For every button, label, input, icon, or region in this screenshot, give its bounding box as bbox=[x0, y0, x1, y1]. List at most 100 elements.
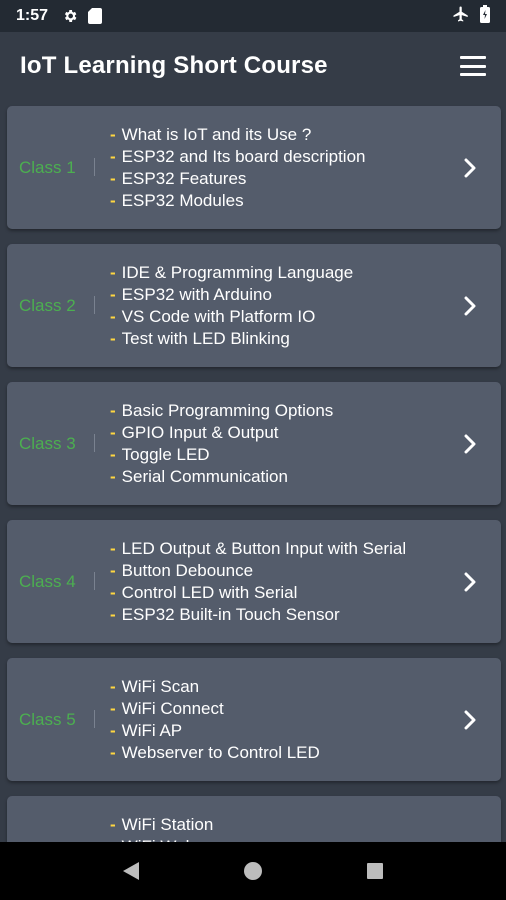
bullet-dash: - bbox=[110, 445, 116, 464]
back-icon[interactable] bbox=[116, 856, 146, 886]
battery-icon bbox=[480, 4, 490, 28]
class-card[interactable]: -WiFi Station-WiFi Web bbox=[7, 796, 501, 842]
bullet-dash: - bbox=[110, 285, 116, 304]
chevron-right-icon[interactable] bbox=[459, 709, 481, 731]
topic-item: - Webserver to Control LED bbox=[110, 742, 320, 764]
topic-text: WiFi Scan bbox=[121, 677, 200, 696]
chevron-right-icon[interactable] bbox=[459, 571, 481, 593]
gear-icon bbox=[62, 8, 78, 24]
topic-text: ESP32 Features bbox=[121, 169, 247, 188]
bullet-dash: - bbox=[110, 263, 116, 282]
topic-item: - VS Code with Platform IO bbox=[110, 306, 353, 328]
airplane-icon bbox=[452, 5, 470, 28]
topic-list: -WiFi Station-WiFi Web bbox=[110, 814, 213, 842]
topic-list: - What is IoT and its Use ? - ESP32 and Its… bbox=[110, 124, 366, 212]
topic-item: - What is IoT and its Use ? bbox=[110, 124, 366, 146]
bullet-dash: - bbox=[110, 539, 116, 558]
topic-item: - ESP32 with Arduino bbox=[110, 284, 353, 306]
class-list[interactable]: Class 1- What is IoT and its Use ? - ESP32 … bbox=[0, 100, 506, 842]
bullet-dash: - bbox=[110, 401, 116, 420]
topic-text: ESP32 with Arduino bbox=[121, 285, 272, 304]
topic-text: Webserver to Control LED bbox=[121, 743, 320, 762]
class-label: Class 1 bbox=[19, 157, 76, 177]
topic-text: VS Code with Platform IO bbox=[121, 307, 316, 326]
topic-text: Toggle LED bbox=[121, 445, 210, 464]
bullet-dash: - bbox=[110, 605, 116, 624]
hamburger-menu-icon[interactable] bbox=[460, 56, 486, 76]
topic-item: - Button Debounce bbox=[110, 560, 406, 582]
topic-text: Basic Programming Options bbox=[121, 401, 334, 420]
bullet-dash: - bbox=[110, 583, 116, 602]
topic-text: ESP32 Modules bbox=[121, 191, 244, 210]
class-card[interactable]: Class 4- LED Output & Button Input with S… bbox=[7, 520, 501, 643]
class-card[interactable]: Class 1- What is IoT and its Use ? - ESP32 … bbox=[7, 106, 501, 229]
topic-item: - WiFi Station bbox=[110, 814, 213, 836]
bullet-dash: - bbox=[110, 815, 116, 834]
bullet-dash: - bbox=[110, 191, 116, 210]
topic-item: - GPIO Input & Output bbox=[110, 422, 333, 444]
topic-text: Control LED with Serial bbox=[121, 583, 298, 602]
bullet-dash: - bbox=[110, 147, 116, 166]
app-title: IoT Learning Short Course bbox=[20, 52, 328, 79]
class-label: Class 4 bbox=[19, 571, 76, 591]
bullet-dash: - bbox=[110, 329, 116, 348]
topic-item: - LED Output & Button Input with Serial bbox=[110, 538, 406, 560]
bullet-dash: - bbox=[110, 561, 116, 580]
divider bbox=[94, 158, 95, 176]
bullet-dash: - bbox=[110, 125, 116, 144]
class-card[interactable]: Class 5- WiFi Scan - WiFi Connect - WiFi AP - W… bbox=[7, 658, 501, 781]
topic-text: ESP32 Built-in Touch Sensor bbox=[121, 605, 340, 624]
bullet-dash: - bbox=[110, 307, 116, 326]
class-label: Class 2 bbox=[19, 295, 76, 315]
topic-item: - WiFi AP bbox=[110, 720, 320, 742]
class-label: Class 5 bbox=[19, 709, 76, 729]
bullet-dash: - bbox=[110, 699, 116, 718]
divider bbox=[94, 296, 95, 314]
class-card[interactable]: Class 3- Basic Programming Options - GPIO I… bbox=[7, 382, 501, 505]
chevron-right-icon[interactable] bbox=[459, 295, 481, 317]
topic-text: ESP32 and Its board description bbox=[121, 147, 366, 166]
topic-text: WiFi Station bbox=[121, 815, 214, 834]
status-time: 1:57 bbox=[16, 7, 49, 24]
topic-text: Serial Communication bbox=[121, 467, 288, 486]
class-card[interactable]: Class 2- IDE & Programming Language - ESP32… bbox=[7, 244, 501, 367]
topic-item: - Test with LED Blinking bbox=[110, 328, 353, 350]
bullet-dash: - bbox=[110, 743, 116, 762]
divider bbox=[94, 710, 95, 728]
topic-text: What is IoT and its Use ? bbox=[121, 125, 312, 144]
topic-list: - IDE & Programming Language - ESP32 with A… bbox=[110, 262, 353, 350]
topic-item: - ESP32 Features bbox=[110, 168, 366, 190]
topic-item: - WiFi Connect bbox=[110, 698, 320, 720]
topic-text: WiFi Connect bbox=[121, 699, 224, 718]
topic-text: Test with LED Blinking bbox=[121, 329, 290, 348]
home-icon[interactable] bbox=[238, 856, 268, 886]
topic-item: - Toggle LED bbox=[110, 444, 333, 466]
topic-text: Button Debounce bbox=[121, 561, 254, 580]
navigation-bar bbox=[0, 842, 506, 900]
topic-list: - WiFi Scan - WiFi Connect - WiFi AP - Webserve… bbox=[110, 676, 320, 764]
divider bbox=[94, 434, 95, 452]
chevron-right-icon[interactable] bbox=[459, 433, 481, 455]
divider bbox=[94, 572, 95, 590]
bullet-dash: - bbox=[110, 677, 116, 696]
topic-list: - Basic Programming Options - GPIO Input & … bbox=[110, 400, 333, 488]
topic-item: - ESP32 and Its board description bbox=[110, 146, 366, 168]
topic-text: LED Output & Button Input with Serial bbox=[121, 539, 407, 558]
app-bar: IoT Learning Short Course bbox=[0, 32, 506, 100]
topic-text: GPIO Input & Output bbox=[121, 423, 279, 442]
recents-icon[interactable] bbox=[360, 856, 390, 886]
bullet-dash: - bbox=[110, 467, 116, 486]
class-label: Class 3 bbox=[19, 433, 76, 453]
topic-item: - IDE & Programming Language bbox=[110, 262, 353, 284]
bullet-dash: - bbox=[110, 169, 116, 188]
topic-text: WiFi AP bbox=[121, 721, 183, 740]
status-bar: 1:57 bbox=[0, 0, 506, 32]
topic-list: - LED Output & Button Input with Serial - B… bbox=[110, 538, 406, 626]
topic-item: - Control LED with Serial bbox=[110, 582, 406, 604]
chevron-right-icon[interactable] bbox=[459, 157, 481, 179]
topic-text: IDE & Programming Language bbox=[121, 263, 354, 282]
topic-item: - WiFi Scan bbox=[110, 676, 320, 698]
bullet-dash: - bbox=[110, 721, 116, 740]
topic-item: - ESP32 Modules bbox=[110, 190, 366, 212]
topic-item: - Basic Programming Options bbox=[110, 400, 333, 422]
